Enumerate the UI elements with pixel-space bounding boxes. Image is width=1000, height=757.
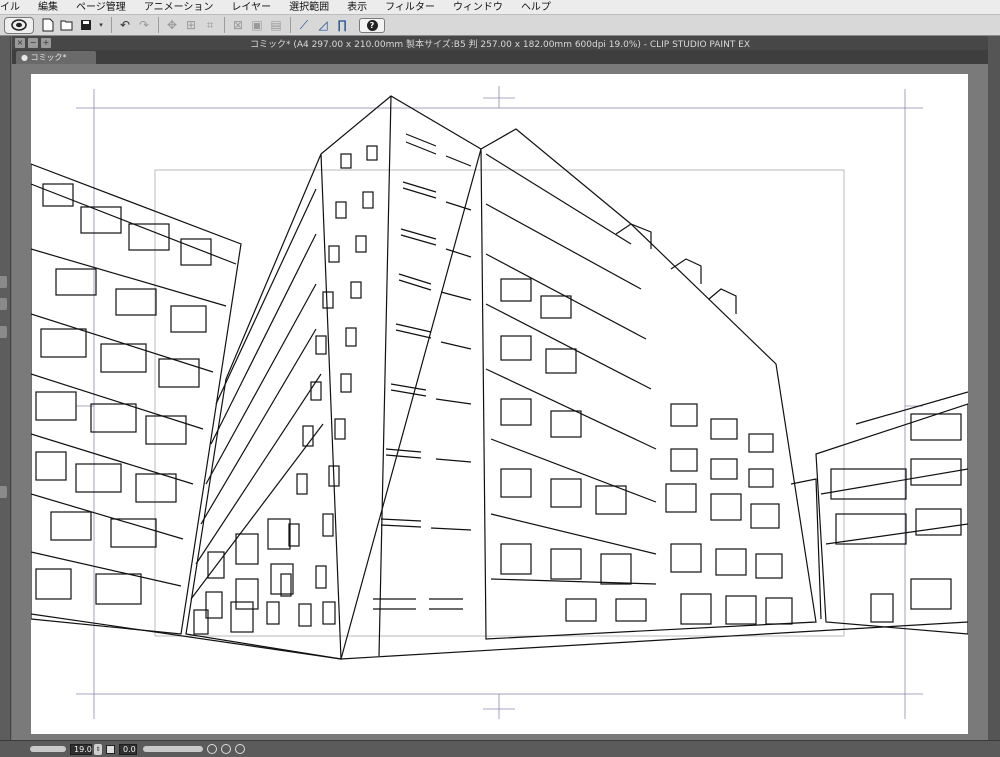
document-titlebar: × − + コミック* (A4 297.00 x 210.00mm 製本サイズ:… <box>12 36 988 50</box>
rotate-right-icon[interactable] <box>221 744 231 754</box>
menu-edit[interactable]: 編集 <box>38 0 67 15</box>
window-controls: × − + <box>15 38 54 48</box>
save-dropdown-icon[interactable]: ▾ <box>97 17 105 33</box>
clip-studio-icon <box>11 19 27 31</box>
menu-page-management[interactable]: ページ管理 <box>76 0 135 15</box>
menu-selection[interactable]: 選択範囲 <box>289 0 338 15</box>
main-building-middle-windows <box>266 145 378 627</box>
canvas-paper[interactable] <box>31 74 968 734</box>
crop-icon[interactable]: ⌗ <box>202 17 218 33</box>
main-building-front-windows <box>373 133 472 610</box>
zoom-field[interactable]: 19.0 <box>70 743 92 755</box>
clear-icon[interactable]: ⊠ <box>230 17 246 33</box>
menu-file[interactable]: イル <box>0 0 29 15</box>
layer-icon[interactable]: ▤ <box>268 17 284 33</box>
panel-tab[interactable] <box>0 326 7 338</box>
right-wing-windows <box>500 278 793 625</box>
main-building-left-windows <box>193 518 294 635</box>
help-icon: ? <box>366 19 378 31</box>
scale-icon[interactable]: ⊞ <box>183 17 199 33</box>
menu-view[interactable]: 表示 <box>347 0 376 15</box>
toolbar-separator <box>111 17 112 33</box>
fill-icon[interactable]: ▣ <box>249 17 265 33</box>
rotate-left-icon[interactable] <box>207 744 217 754</box>
fit-icon[interactable] <box>106 744 115 754</box>
close-window-icon[interactable]: × <box>15 38 25 48</box>
minimize-window-icon[interactable]: − <box>28 38 38 48</box>
canvas-area[interactable] <box>12 64 988 740</box>
left-building-drawing <box>31 163 242 635</box>
right-building-windows <box>830 413 962 623</box>
open-file-icon[interactable] <box>59 17 75 33</box>
menu-layer[interactable]: レイヤー <box>231 0 280 15</box>
new-file-icon[interactable] <box>40 17 56 33</box>
zoom-slider[interactable] <box>30 746 66 752</box>
menu-window[interactable]: ウィンドウ <box>453 0 512 15</box>
document-tab-bar: ● コミック* <box>12 50 988 64</box>
panel-tab[interactable] <box>0 276 7 288</box>
right-building-drawing <box>790 391 968 635</box>
transform-icon[interactable]: ✥ <box>164 17 180 33</box>
rotation-slider[interactable] <box>143 746 203 752</box>
menu-help[interactable]: ヘルプ <box>521 0 560 15</box>
toolbar-separator <box>158 17 159 33</box>
toolbar-separator <box>290 17 291 33</box>
save-icon[interactable] <box>78 17 94 33</box>
rotation-field[interactable]: 0.0 <box>119 743 137 755</box>
document-title: コミック* (A4 297.00 x 210.00mm 製本サイズ:B5 判 2… <box>249 39 751 50</box>
snap-icon[interactable]: ∏ <box>334 17 350 33</box>
zoom-stepper[interactable]: ⇕ <box>94 743 102 755</box>
document-tab[interactable]: ● コミック* <box>16 51 96 64</box>
menu-bar: イル 編集 ページ管理 アニメーション レイヤー 選択範囲 表示 フィルター ウ… <box>0 0 1000 15</box>
help-button[interactable]: ? <box>359 17 385 33</box>
clip-studio-logo-button[interactable] <box>4 16 34 34</box>
reset-rotation-icon[interactable] <box>235 744 245 754</box>
undo-icon[interactable]: ↶ <box>117 17 133 33</box>
menu-filter[interactable]: フィルター <box>385 0 444 15</box>
toolbar-separator <box>224 17 225 33</box>
left-building-windows <box>35 183 212 605</box>
ruler-icon[interactable]: ⟋ <box>296 17 312 33</box>
redo-icon[interactable]: ↷ <box>136 17 152 33</box>
left-panel-strip <box>0 36 11 740</box>
command-bar: ▾ ↶ ↷ ✥ ⊞ ⌗ ⊠ ▣ ▤ ⟋ ◿ ∏ ? <box>0 15 1000 36</box>
app-window: イル 編集 ページ管理 アニメーション レイヤー 選択範囲 表示 フィルター ウ… <box>0 0 1000 757</box>
frame-guides <box>76 86 923 719</box>
status-bar: 19.0 ⇕ 0.0 <box>0 740 1000 757</box>
building-line-art <box>31 86 968 719</box>
right-panel-strip <box>988 36 1000 740</box>
perspective-icon[interactable]: ◿ <box>315 17 331 33</box>
panel-tab[interactable] <box>0 486 7 498</box>
menu-animation[interactable]: アニメーション <box>144 0 223 15</box>
main-building-drawing <box>185 95 817 660</box>
panel-tab[interactable] <box>0 298 7 310</box>
maximize-window-icon[interactable]: + <box>41 38 51 48</box>
